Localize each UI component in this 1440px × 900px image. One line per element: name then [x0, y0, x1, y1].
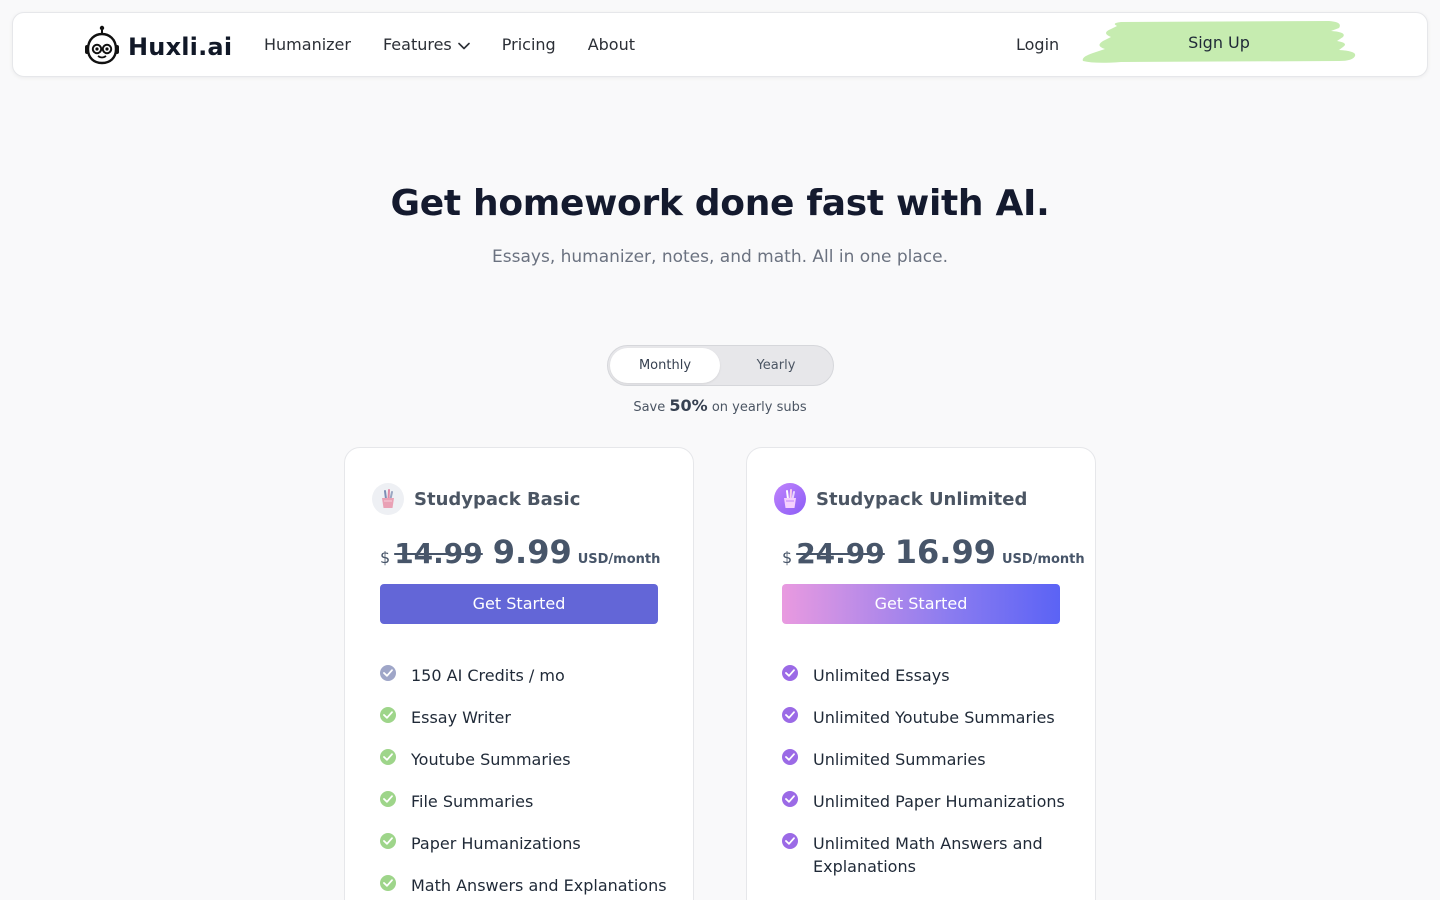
- plan-card-basic: Studypack Basic $ 14.99 9.99 USD/month G…: [344, 447, 694, 900]
- list-item: Unlimited Summaries: [782, 748, 1082, 771]
- save-suffix: on yearly subs: [711, 400, 807, 415]
- save-percent: 50%: [669, 396, 708, 415]
- get-started-button-basic[interactable]: Get Started: [380, 584, 658, 624]
- nav-link-pricing[interactable]: Pricing: [502, 35, 556, 54]
- feature-label: Paper Humanizations: [411, 834, 581, 853]
- robot-mascot-icon: [83, 25, 121, 69]
- list-item: Paper Humanizations: [380, 832, 680, 855]
- get-started-button-unlimited[interactable]: Get Started: [782, 584, 1060, 624]
- login-link[interactable]: Login: [1016, 35, 1059, 54]
- signup-label: Sign Up: [1188, 33, 1250, 52]
- feature-list: 150 AI Credits / mo Essay Writer Youtube…: [380, 664, 680, 900]
- top-navbar: Huxli.ai Humanizer Features Pricing Abou…: [12, 12, 1428, 77]
- check-icon: [380, 665, 396, 681]
- feature-label: Math Answers and Explanations: [411, 876, 667, 895]
- feature-list: Unlimited Essays Unlimited Youtube Summa…: [782, 664, 1082, 897]
- list-item: Unlimited Youtube Summaries: [782, 706, 1082, 729]
- list-item: Unlimited Math Answers and Explanations: [782, 832, 1082, 878]
- check-icon: [782, 791, 798, 807]
- billing-option-yearly[interactable]: Yearly: [721, 348, 831, 383]
- list-item: File Summaries: [380, 790, 680, 813]
- feature-label: Unlimited Youtube Summaries: [813, 708, 1055, 727]
- check-icon: [782, 665, 798, 681]
- feature-label: Unlimited Math Answers and Explanations: [813, 834, 1043, 876]
- feature-label: 150 AI Credits / mo: [411, 666, 565, 685]
- currency-symbol: $: [782, 548, 793, 567]
- nav-link-humanizer[interactable]: Humanizer: [264, 35, 351, 54]
- list-item: Unlimited Essays: [782, 664, 1082, 687]
- nav-link-label: Features: [382, 35, 452, 54]
- check-icon: [380, 791, 396, 807]
- currency-symbol: $: [380, 548, 391, 567]
- nav-link-label: Pricing: [501, 35, 556, 54]
- nav-link-label: About: [587, 35, 636, 54]
- check-icon: [380, 749, 396, 765]
- billing-option-monthly[interactable]: Monthly: [610, 348, 720, 383]
- discounted-price: 9.99: [492, 533, 572, 571]
- feature-label: Essay Writer: [411, 708, 511, 727]
- check-icon: [782, 833, 798, 849]
- nav-link-about[interactable]: About: [588, 35, 635, 54]
- chevron-down-icon: [457, 35, 470, 54]
- plan-header: Studypack Basic: [372, 483, 580, 515]
- feature-label: File Summaries: [411, 792, 534, 811]
- check-icon: [380, 833, 396, 849]
- original-price: 14.99: [394, 537, 483, 570]
- feature-label: Youtube Summaries: [411, 750, 571, 769]
- check-icon: [380, 707, 396, 723]
- billing-unit: USD/month: [1001, 552, 1085, 567]
- list-item: Youtube Summaries: [380, 748, 680, 771]
- pencil-cup-icon: [774, 483, 806, 515]
- plan-name: Studypack Unlimited: [816, 488, 1028, 510]
- check-icon: [782, 749, 798, 765]
- discounted-price: 16.99: [894, 533, 996, 571]
- pencil-cup-icon: [372, 483, 404, 515]
- plan-name: Studypack Basic: [414, 488, 581, 510]
- signup-button[interactable]: Sign Up: [1081, 19, 1359, 65]
- hero-subtitle: Essays, humanizer, notes, and math. All …: [492, 247, 948, 267]
- original-price: 24.99: [796, 537, 885, 570]
- plan-price: $ 24.99 16.99 USD/month: [782, 533, 1085, 571]
- check-icon: [782, 707, 798, 723]
- billing-period-toggle: Monthly Yearly: [607, 345, 834, 386]
- feature-label: Unlimited Summaries: [813, 750, 986, 769]
- plan-header: Studypack Unlimited: [774, 483, 1027, 515]
- list-item: 150 AI Credits / mo: [380, 664, 680, 687]
- brand-logo[interactable]: Huxli.ai: [83, 25, 232, 69]
- feature-label: Unlimited Paper Humanizations: [813, 792, 1065, 811]
- main-nav: Humanizer Features Pricing About: [264, 13, 635, 76]
- nav-link-features[interactable]: Features: [383, 35, 470, 54]
- nav-link-label: Humanizer: [264, 35, 351, 54]
- plan-price: $ 14.99 9.99 USD/month: [380, 533, 660, 571]
- save-prefix: Save: [633, 400, 666, 415]
- brand-name: Huxli.ai: [128, 33, 233, 61]
- feature-label: Unlimited Essays: [813, 666, 950, 685]
- list-item: Math Answers and Explanations: [380, 874, 680, 897]
- check-icon: [380, 875, 396, 891]
- list-item: Essay Writer: [380, 706, 680, 729]
- yearly-savings-note: Save 50% on yearly subs: [0, 396, 1440, 415]
- hero-title: Get homework done fast with AI.: [390, 183, 1050, 224]
- list-item: Unlimited Paper Humanizations: [782, 790, 1082, 813]
- billing-unit: USD/month: [577, 552, 661, 567]
- plan-card-unlimited: Studypack Unlimited $ 24.99 16.99 USD/mo…: [746, 447, 1096, 900]
